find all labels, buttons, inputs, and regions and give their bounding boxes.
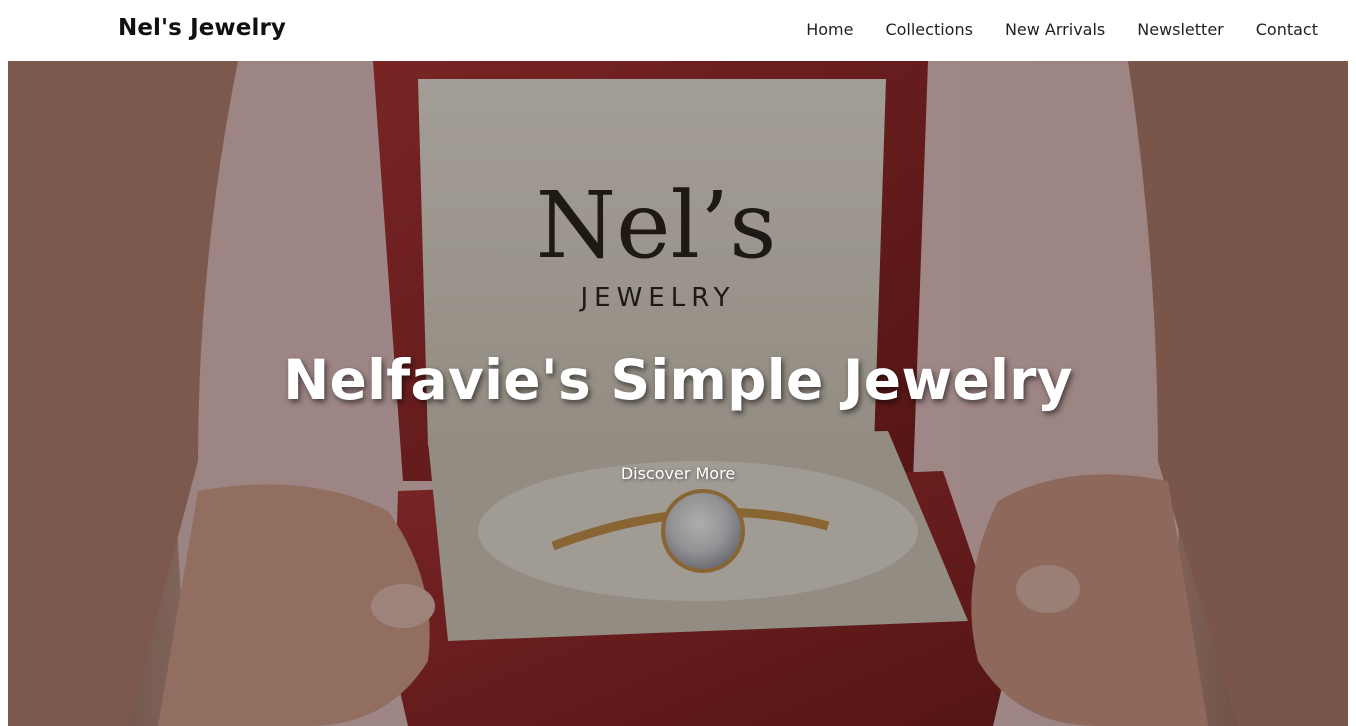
- nav-links: Home Collections New Arrivals Newsletter…: [806, 20, 1318, 39]
- nav-new-arrivals-link[interactable]: New Arrivals: [1005, 20, 1105, 39]
- hero-title: Nelfavie's Simple Jewelry: [283, 348, 1073, 412]
- hero-cta-wrap: Discover More: [8, 464, 1348, 483]
- nav-home-link[interactable]: Home: [806, 20, 853, 39]
- nav-contact-link[interactable]: Contact: [1256, 20, 1318, 39]
- top-navbar: Nel's Jewelry Home Collections New Arriv…: [0, 0, 1356, 61]
- nav-newsletter-link[interactable]: Newsletter: [1137, 20, 1224, 39]
- hero-section: Nel’s JEWELRY Nelfavie's Simple Jewelry …: [8, 61, 1348, 726]
- brand-logo-text[interactable]: Nel's Jewelry: [118, 15, 286, 41]
- nav-collections-link[interactable]: Collections: [885, 20, 972, 39]
- discover-more-button[interactable]: Discover More: [621, 464, 735, 483]
